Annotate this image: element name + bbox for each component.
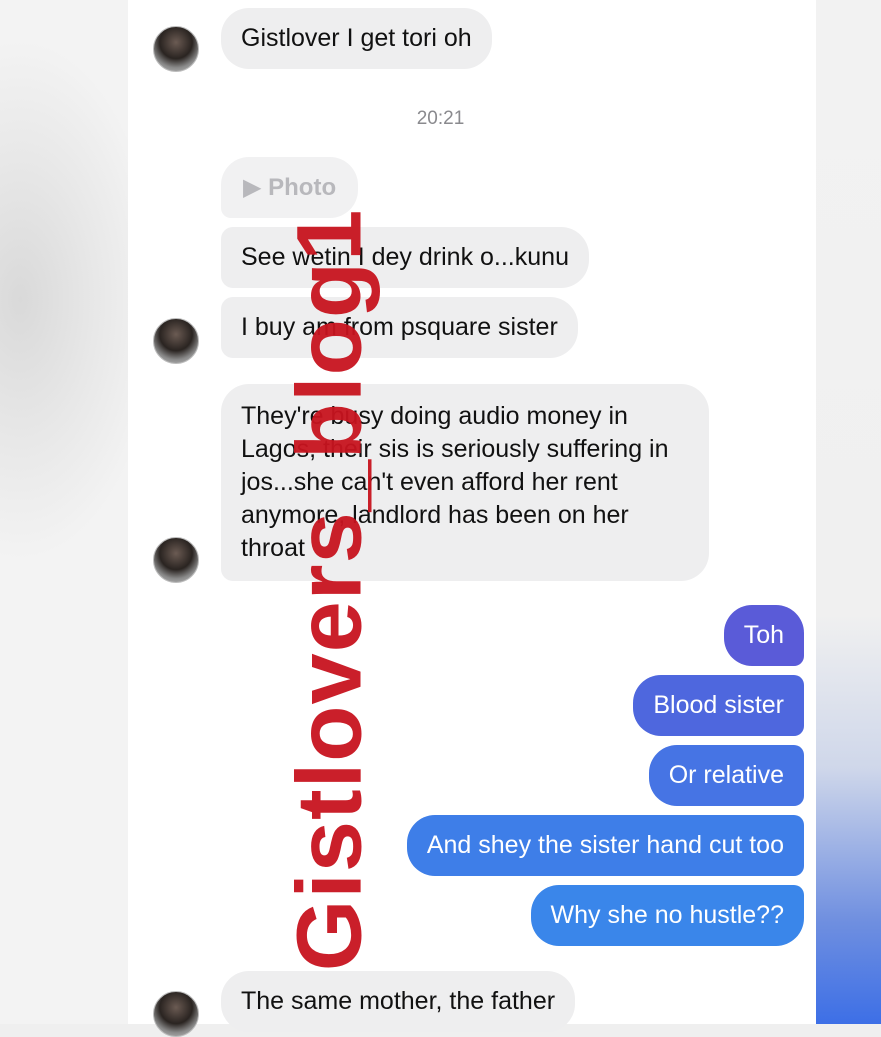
message-text: Gistlover I get tori oh: [241, 24, 472, 52]
blurred-background-right: [811, 0, 881, 1024]
incoming-message-5[interactable]: The same mother, the father: [221, 971, 576, 1032]
photo-label: Photo: [268, 174, 337, 201]
message-text: Blood sister: [653, 691, 784, 719]
message-text: Why she no hustle??: [550, 901, 784, 929]
play-icon: ▶: [243, 174, 262, 201]
incoming-message-3[interactable]: I buy am from psquare sister: [221, 297, 578, 358]
outgoing-message-5[interactable]: Why she no hustle??: [530, 885, 804, 946]
message-text: They're busy doing audio money in Lagos,…: [241, 402, 669, 562]
contact-avatar[interactable]: [153, 318, 199, 364]
message-text: I buy am from psquare sister: [241, 313, 558, 341]
photo-attachment[interactable]: ▶ Photo: [221, 157, 359, 218]
incoming-message-2[interactable]: See wetin I dey drink o...kunu: [221, 227, 589, 288]
incoming-message-4[interactable]: They're busy doing audio money in Lagos,…: [221, 384, 709, 581]
contact-avatar[interactable]: [153, 26, 199, 72]
message-text: See wetin I dey drink o...kunu: [241, 243, 569, 271]
message-text: Or relative: [668, 761, 784, 789]
outgoing-message-2[interactable]: Blood sister: [633, 675, 804, 736]
contact-avatar[interactable]: [153, 991, 199, 1037]
contact-avatar[interactable]: [153, 537, 199, 583]
message-text: The same mother, the father: [241, 987, 556, 1015]
message-text: Toh: [743, 621, 784, 649]
outgoing-message-3[interactable]: Or relative: [648, 745, 804, 806]
blurred-background-left: [0, 0, 130, 1024]
incoming-message-1[interactable]: Gistlover I get tori oh: [221, 8, 492, 69]
outgoing-message-1[interactable]: Toh: [723, 605, 804, 666]
outgoing-message-4[interactable]: And shey the sister hand cut too: [406, 815, 804, 876]
message-text: And shey the sister hand cut too: [426, 831, 784, 859]
message-timestamp: 20:21: [416, 108, 465, 129]
